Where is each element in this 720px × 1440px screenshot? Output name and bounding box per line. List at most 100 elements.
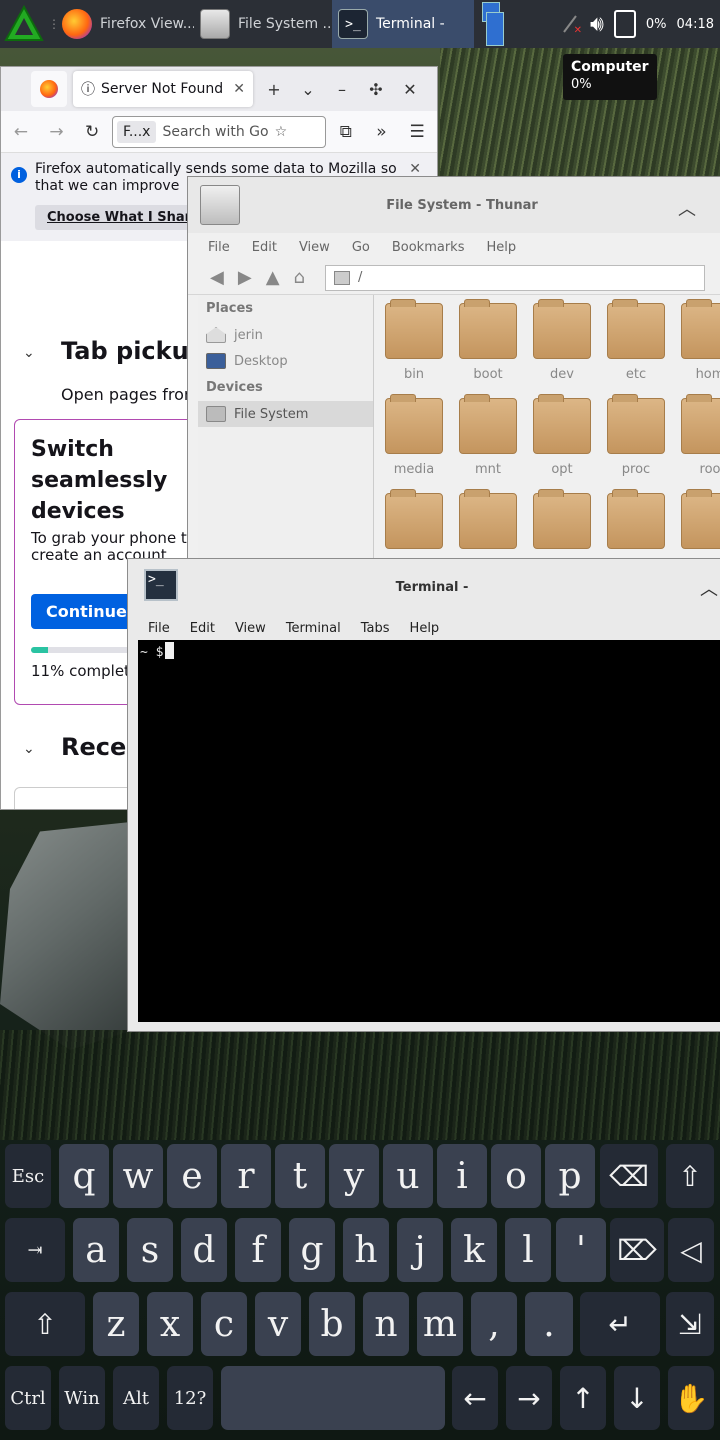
key-enter[interactable]: ↵ — [580, 1292, 660, 1356]
sidebar-item-desktop[interactable]: Desktop — [198, 348, 373, 374]
menu-edit[interactable]: Edit — [190, 621, 215, 636]
menu-help[interactable]: Help — [410, 621, 440, 636]
thunar-titlebar[interactable]: File System - Thunar ︿ — [188, 177, 720, 233]
key-esc[interactable]: Esc — [5, 1144, 51, 1208]
workspace-pager[interactable] — [480, 0, 504, 48]
back-button[interactable]: ← — [5, 122, 37, 142]
reload-button[interactable]: ↻ — [76, 122, 108, 142]
key-d[interactable]: d — [181, 1218, 227, 1282]
key-w[interactable]: w — [113, 1144, 163, 1208]
key-up[interactable]: ↑ — [560, 1366, 606, 1430]
menu-file[interactable]: File — [208, 240, 230, 255]
key-l[interactable]: l — [505, 1218, 551, 1282]
key-p[interactable]: p — [545, 1144, 595, 1208]
key-comma[interactable]: , — [471, 1292, 517, 1356]
key-tab[interactable]: ⇥ — [5, 1218, 65, 1282]
key-pointer-mode[interactable]: ◁ — [668, 1218, 714, 1282]
maximize-button[interactable]: ✣ — [359, 80, 393, 99]
key-period[interactable]: . — [525, 1292, 573, 1356]
menu-bookmarks[interactable]: Bookmarks — [392, 240, 465, 255]
key-right[interactable]: → — [506, 1366, 552, 1430]
folder-item[interactable] — [606, 489, 666, 561]
location-bar[interactable]: / — [324, 264, 705, 291]
key-z[interactable]: z — [93, 1292, 139, 1356]
bookmark-star-icon[interactable]: ☆ — [275, 124, 288, 140]
key-u[interactable]: u — [383, 1144, 433, 1208]
app-menu-button[interactable] — [0, 0, 48, 48]
key-shift-lock[interactable]: ⇧ — [666, 1144, 714, 1208]
folder-item[interactable]: hom — [680, 299, 720, 383]
key-h[interactable]: h — [343, 1218, 389, 1282]
close-tab-icon[interactable]: ✕ — [233, 81, 245, 97]
key-r[interactable]: r — [221, 1144, 271, 1208]
menu-view[interactable]: View — [235, 621, 266, 636]
task-file-system[interactable]: File System ... — [194, 0, 332, 48]
task-terminal[interactable]: >_ Terminal - — [332, 0, 474, 48]
folder-item[interactable] — [532, 489, 592, 561]
folder-item[interactable]: media — [384, 394, 444, 478]
key-i[interactable]: i — [437, 1144, 487, 1208]
key-win[interactable]: Win — [59, 1366, 105, 1430]
forward-arrow-icon[interactable]: ▶ — [238, 267, 252, 288]
key-alt[interactable]: Alt — [113, 1366, 159, 1430]
folder-item[interactable] — [680, 489, 720, 561]
key-v[interactable]: v — [255, 1292, 301, 1356]
key-k[interactable]: k — [451, 1218, 497, 1282]
folder-item[interactable]: opt — [532, 394, 592, 478]
key-n[interactable]: n — [363, 1292, 409, 1356]
maximize-chevron-icon[interactable]: ︿ — [700, 575, 718, 601]
terminal-screen[interactable]: ~ $ — [138, 640, 720, 1022]
menu-view[interactable]: View — [299, 240, 330, 255]
key-shift[interactable]: ⇧ — [5, 1292, 85, 1356]
menu-edit[interactable]: Edit — [252, 240, 277, 255]
key-x[interactable]: x — [147, 1292, 193, 1356]
terminal-titlebar[interactable]: >_ Terminal - ︿ — [128, 559, 720, 615]
tab-list-chevron-icon[interactable]: ⌄ — [291, 80, 325, 99]
choose-what-i-share-button[interactable]: Choose What I Share — [35, 205, 212, 230]
minimize-button[interactable]: – — [325, 80, 359, 99]
close-window-button[interactable]: ✕ — [393, 80, 427, 99]
key-b[interactable]: b — [309, 1292, 355, 1356]
key-f[interactable]: f — [235, 1218, 281, 1282]
menu-tabs[interactable]: Tabs — [361, 621, 390, 636]
key-ctrl[interactable]: Ctrl — [5, 1366, 51, 1430]
firefox-view-tab[interactable] — [31, 71, 67, 107]
menu-file[interactable]: File — [148, 621, 170, 636]
home-icon[interactable]: ⌂ — [294, 267, 305, 288]
key-left[interactable]: ← — [452, 1366, 498, 1430]
key-backspace[interactable]: ⌫ — [600, 1144, 658, 1208]
collapse-chevron-icon[interactable]: ⌄ — [23, 741, 35, 757]
key-q[interactable]: q — [59, 1144, 109, 1208]
key-space[interactable] — [221, 1366, 445, 1430]
folder-item[interactable] — [384, 489, 444, 561]
folder-item[interactable]: proc — [606, 394, 666, 478]
search-engine-chip[interactable]: F...x — [117, 120, 157, 143]
clock[interactable]: 04:18 — [677, 17, 714, 32]
key-hand-tool[interactable]: ✋ — [668, 1366, 714, 1430]
key-o[interactable]: o — [491, 1144, 541, 1208]
menu-terminal[interactable]: Terminal — [286, 621, 341, 636]
key-e[interactable]: e — [167, 1144, 217, 1208]
folder-item[interactable]: boot — [458, 299, 518, 383]
sidebar-item-home[interactable]: jerin — [198, 322, 373, 348]
battery-icon[interactable] — [613, 10, 636, 38]
continue-button[interactable]: Continue — [31, 594, 142, 629]
key-c[interactable]: c — [201, 1292, 247, 1356]
folder-item[interactable]: bin — [384, 299, 444, 383]
hamburger-menu-icon[interactable]: ☰ — [401, 122, 433, 142]
workspace-2[interactable] — [486, 12, 504, 46]
menu-go[interactable]: Go — [352, 240, 370, 255]
menu-help[interactable]: Help — [486, 240, 516, 255]
tab-server-not-found[interactable]: ⓘ Server Not Found ✕ — [73, 71, 253, 107]
key-g[interactable]: g — [289, 1218, 335, 1282]
folder-item[interactable]: etc — [606, 299, 666, 383]
key-m[interactable]: m — [417, 1292, 463, 1356]
maximize-chevron-icon[interactable]: ︿ — [678, 195, 696, 221]
forward-button[interactable]: → — [41, 122, 73, 142]
key-t[interactable]: t — [275, 1144, 325, 1208]
folder-item[interactable]: dev — [532, 299, 592, 383]
extensions-icon[interactable]: ⧉ — [330, 122, 362, 142]
key-delete[interactable]: ⌦ — [610, 1218, 664, 1282]
close-infobar-icon[interactable]: ✕ — [409, 161, 421, 177]
folder-item[interactable] — [458, 489, 518, 561]
